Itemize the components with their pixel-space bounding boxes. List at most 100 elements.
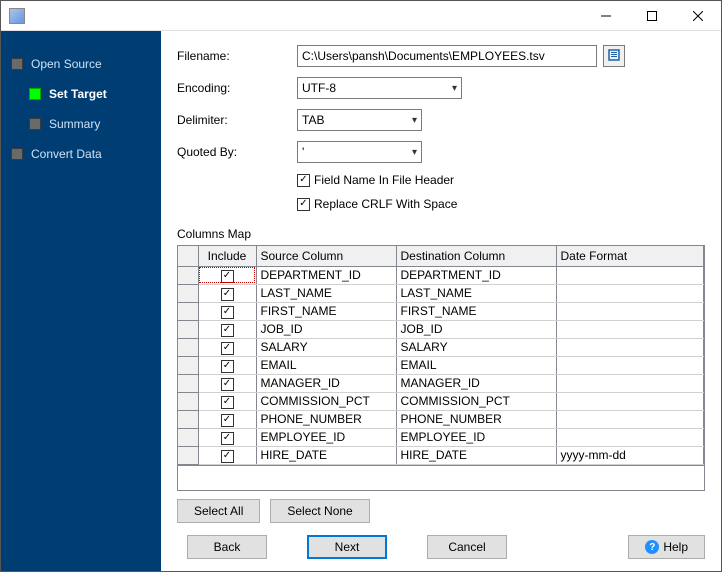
sidebar-item-summary[interactable]: Summary (11, 109, 161, 139)
sidebar-item-label: Convert Data (31, 147, 102, 161)
cell-include[interactable]: ✓ (198, 374, 256, 392)
cell-dest[interactable]: LAST_NAME (396, 284, 556, 302)
nav-box-icon (11, 148, 23, 160)
cell-include[interactable]: ✓ (198, 428, 256, 446)
include-checkbox[interactable]: ✓ (221, 378, 234, 391)
table-row[interactable]: ✓ MANAGER_IDMANAGER_ID (178, 374, 704, 392)
select-none-button[interactable]: Select None (270, 499, 369, 523)
table-row[interactable]: ✓ LAST_NAMELAST_NAME (178, 284, 704, 302)
table-row[interactable]: ✓ JOB_IDJOB_ID (178, 320, 704, 338)
sidebar-item-open-source[interactable]: Open Source (11, 49, 161, 79)
cell-format[interactable] (556, 374, 704, 392)
cell-format[interactable] (556, 356, 704, 374)
sidebar-item-set-target[interactable]: Set Target (11, 79, 161, 109)
cell-source[interactable]: FIRST_NAME (256, 302, 396, 320)
cell-include[interactable]: ✓ (198, 320, 256, 338)
browse-button[interactable] (603, 45, 625, 67)
help-button[interactable]: ? Help (628, 535, 705, 559)
cell-format[interactable] (556, 428, 704, 446)
header-checkbox[interactable]: ✓ (297, 174, 310, 187)
next-button[interactable]: Next (307, 535, 387, 559)
cell-dest[interactable]: COMMISSION_PCT (396, 392, 556, 410)
filename-label: Filename: (177, 49, 297, 63)
include-checkbox[interactable]: ✓ (221, 324, 234, 337)
cancel-button[interactable]: Cancel (427, 535, 507, 559)
maximize-button[interactable] (629, 1, 675, 31)
cell-dest[interactable]: JOB_ID (396, 320, 556, 338)
cell-source[interactable]: PHONE_NUMBER (256, 410, 396, 428)
col-header-format[interactable]: Date Format (556, 246, 704, 266)
row-header-col (178, 246, 198, 266)
include-checkbox[interactable]: ✓ (221, 432, 234, 445)
cell-source[interactable]: MANAGER_ID (256, 374, 396, 392)
cell-include[interactable]: ✓ (198, 356, 256, 374)
cell-format[interactable] (556, 410, 704, 428)
cell-format[interactable] (556, 266, 704, 284)
table-row[interactable]: ✓ COMMISSION_PCTCOMMISSION_PCT (178, 392, 704, 410)
quoted-value: ' (302, 145, 304, 159)
cell-source[interactable]: COMMISSION_PCT (256, 392, 396, 410)
cell-dest[interactable]: EMPLOYEE_ID (396, 428, 556, 446)
cell-source[interactable]: LAST_NAME (256, 284, 396, 302)
cell-dest[interactable]: SALARY (396, 338, 556, 356)
table-row[interactable]: ✓ EMAILEMAIL (178, 356, 704, 374)
cell-include[interactable]: ✓ (198, 410, 256, 428)
include-checkbox[interactable]: ✓ (221, 414, 234, 427)
chevron-down-icon: ▾ (412, 147, 417, 158)
row-header (178, 374, 198, 392)
cell-include[interactable]: ✓ (198, 392, 256, 410)
include-checkbox[interactable]: ✓ (221, 450, 234, 463)
cell-dest[interactable]: FIRST_NAME (396, 302, 556, 320)
col-header-include[interactable]: Include (198, 246, 256, 266)
close-button[interactable] (675, 1, 721, 31)
include-checkbox[interactable]: ✓ (221, 270, 234, 283)
cell-format[interactable]: yyyy-mm-dd (556, 446, 704, 464)
col-header-dest[interactable]: Destination Column (396, 246, 556, 266)
cell-include[interactable]: ✓ (198, 446, 256, 464)
table-row[interactable]: ✓ DEPARTMENT_IDDEPARTMENT_ID (178, 266, 704, 284)
cell-include[interactable]: ✓ (198, 266, 256, 284)
cell-include[interactable]: ✓ (198, 302, 256, 320)
cell-source[interactable]: SALARY (256, 338, 396, 356)
cell-dest[interactable]: PHONE_NUMBER (396, 410, 556, 428)
columns-map-table: Include Source Column Destination Column… (177, 245, 705, 466)
chevron-down-icon: ▾ (412, 115, 417, 126)
filename-input[interactable] (297, 45, 597, 67)
cell-dest[interactable]: DEPARTMENT_ID (396, 266, 556, 284)
row-header (178, 428, 198, 446)
cell-format[interactable] (556, 302, 704, 320)
cell-include[interactable]: ✓ (198, 338, 256, 356)
cell-dest[interactable]: MANAGER_ID (396, 374, 556, 392)
cell-source[interactable]: HIRE_DATE (256, 446, 396, 464)
cell-format[interactable] (556, 392, 704, 410)
include-checkbox[interactable]: ✓ (221, 396, 234, 409)
table-row[interactable]: ✓ PHONE_NUMBERPHONE_NUMBER (178, 410, 704, 428)
include-checkbox[interactable]: ✓ (221, 342, 234, 355)
cell-source[interactable]: EMPLOYEE_ID (256, 428, 396, 446)
back-button[interactable]: Back (187, 535, 267, 559)
cell-include[interactable]: ✓ (198, 284, 256, 302)
table-row[interactable]: ✓ FIRST_NAMEFIRST_NAME (178, 302, 704, 320)
sidebar-item-convert-data[interactable]: Convert Data (11, 139, 161, 169)
table-row[interactable]: ✓HIRE_DATEHIRE_DATEyyyy-mm-dd (178, 446, 704, 464)
table-row[interactable]: ✓ EMPLOYEE_IDEMPLOYEE_ID (178, 428, 704, 446)
delimiter-select[interactable]: TAB ▾ (297, 109, 422, 131)
include-checkbox[interactable]: ✓ (221, 288, 234, 301)
crlf-checkbox[interactable]: ✓ (297, 198, 310, 211)
cell-source[interactable]: DEPARTMENT_ID (256, 266, 396, 284)
cell-format[interactable] (556, 284, 704, 302)
encoding-select[interactable]: UTF-8 ▾ (297, 77, 462, 99)
table-row[interactable]: ✓ SALARYSALARY (178, 338, 704, 356)
cell-source[interactable]: JOB_ID (256, 320, 396, 338)
include-checkbox[interactable]: ✓ (221, 360, 234, 373)
cell-format[interactable] (556, 320, 704, 338)
select-all-button[interactable]: Select All (177, 499, 260, 523)
cell-format[interactable] (556, 338, 704, 356)
include-checkbox[interactable]: ✓ (221, 306, 234, 319)
quoted-select[interactable]: ' ▾ (297, 141, 422, 163)
minimize-button[interactable] (583, 1, 629, 31)
cell-dest[interactable]: HIRE_DATE (396, 446, 556, 464)
cell-source[interactable]: EMAIL (256, 356, 396, 374)
cell-dest[interactable]: EMAIL (396, 356, 556, 374)
col-header-source[interactable]: Source Column (256, 246, 396, 266)
